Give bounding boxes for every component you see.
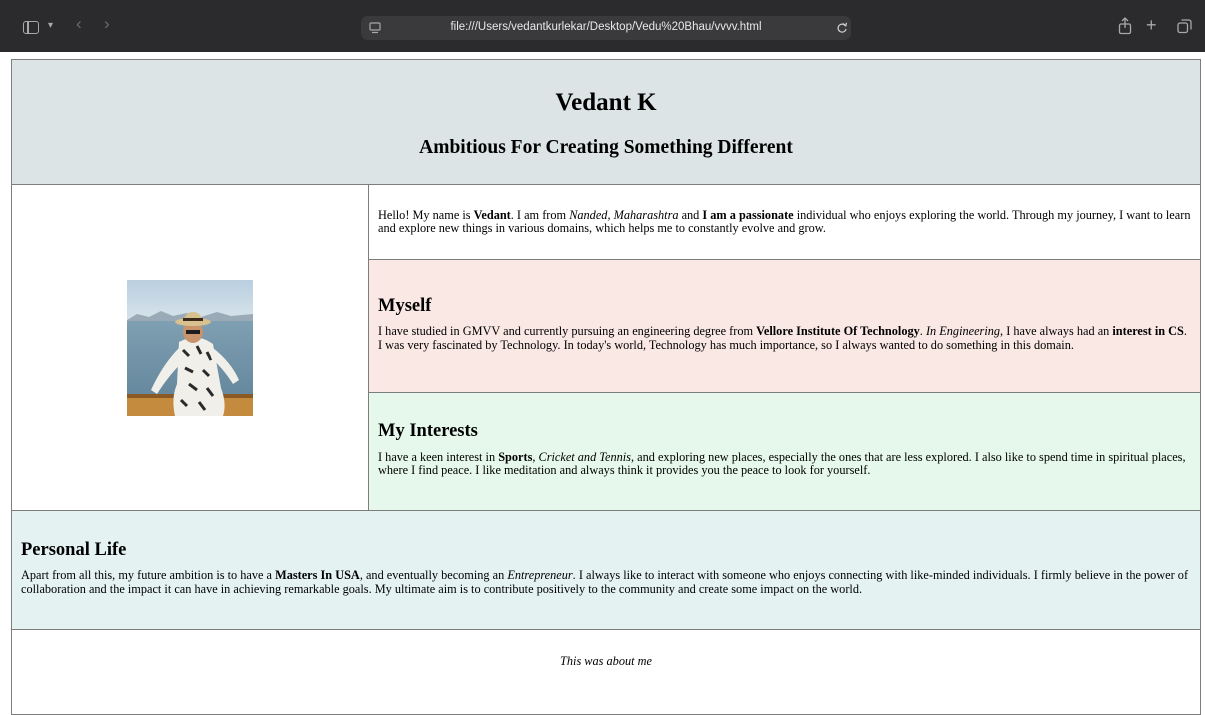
personal-life-section: Personal Life Apart from all this, my fu… (11, 510, 1201, 630)
interests-heading: My Interests (378, 421, 478, 442)
plus-icon[interactable]: + (1146, 16, 1157, 34)
browser-toolbar: ▾ ‹ › file:///Users/vedantkurlekar/Deskt… (0, 0, 1205, 52)
myself-paragraph: I have studied in GMVV and currently pur… (378, 324, 1187, 352)
interests-paragraph: I have a keen interest in Sports, Cricke… (378, 449, 1186, 478)
page-content: Vedant K Ambitious For Creating Somethin… (0, 52, 1205, 715)
sidebar-icon[interactable] (23, 21, 39, 34)
footer-section: This was about me (11, 629, 1201, 715)
profile-photo (127, 279, 253, 416)
personal-life-heading: Personal Life (21, 539, 127, 560)
photo-section (11, 184, 369, 511)
intro-section: Hello! My name is Vedant. I am from Nand… (368, 184, 1201, 260)
address-bar[interactable]: file:///Users/vedantkurlekar/Desktop/Ved… (361, 16, 851, 40)
header-section: Vedant K Ambitious For Creating Somethin… (11, 59, 1201, 185)
share-icon[interactable] (1118, 17, 1132, 35)
footer-text: This was about me (560, 654, 652, 668)
interests-section: My Interests I have a keen interest in S… (368, 392, 1201, 511)
reload-icon[interactable] (836, 22, 848, 34)
profile-table: Vedant K Ambitious For Creating Somethin… (11, 59, 1201, 715)
myself-heading: Myself (378, 295, 432, 316)
intro-paragraph: Hello! My name is Vedant. I am from Nand… (378, 207, 1191, 235)
page-title: Vedant K (555, 89, 657, 116)
myself-section: Myself I have studied in GMVV and curren… (368, 259, 1201, 393)
chevron-left-icon[interactable]: ‹ (76, 15, 82, 32)
tagline: Ambitious For Creating Something Differe… (419, 137, 793, 158)
chevron-down-icon[interactable]: ▾ (48, 18, 53, 34)
address-url: file:///Users/vedantkurlekar/Desktop/Ved… (450, 21, 762, 33)
personal-life-paragraph: Apart from all this, my future ambition … (21, 568, 1189, 596)
tab-overview-icon[interactable] (1177, 19, 1192, 34)
chevron-right-icon[interactable]: › (104, 15, 110, 32)
